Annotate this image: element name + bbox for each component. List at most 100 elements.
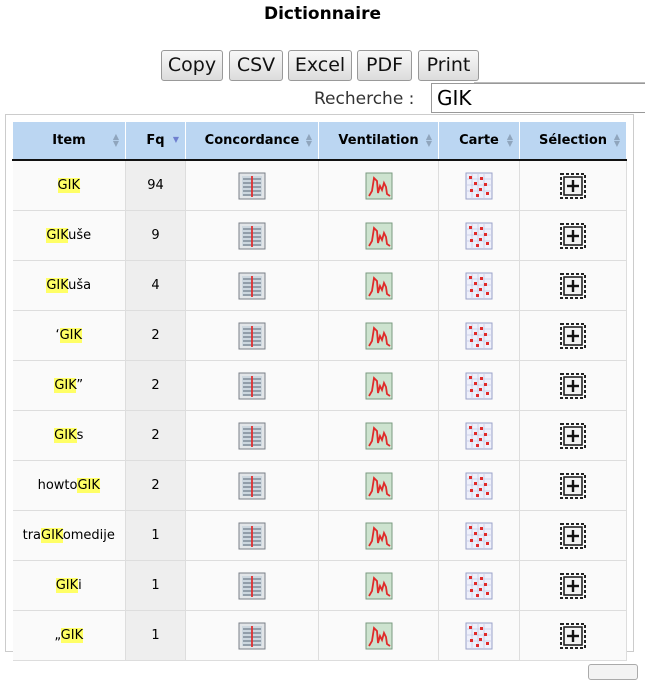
map-grid-icon[interactable] bbox=[465, 622, 493, 649]
table-row[interactable]: „GIK 1 bbox=[12, 610, 627, 661]
column-header-item[interactable]: Item ▲ ▼ bbox=[12, 121, 126, 161]
select-plus-icon[interactable] bbox=[559, 522, 587, 549]
select-plus-icon[interactable] bbox=[559, 572, 587, 599]
selection-cell bbox=[519, 260, 627, 311]
select-plus-icon[interactable] bbox=[559, 372, 587, 399]
map-grid-icon[interactable] bbox=[465, 422, 493, 449]
selection-cell bbox=[519, 510, 627, 561]
table-row[interactable]: GIK 94 bbox=[12, 160, 627, 211]
item-suffix: uše bbox=[68, 228, 92, 243]
fq-cell: 2 bbox=[125, 460, 186, 511]
ventilation-chart-icon[interactable] bbox=[365, 172, 393, 199]
concordance-list-icon[interactable] bbox=[238, 622, 266, 649]
table-row[interactable]: GIKuša 4 bbox=[12, 260, 627, 311]
item-cell[interactable]: GIK” bbox=[12, 360, 126, 411]
item-match-highlight: GIK bbox=[54, 378, 77, 393]
item-cell[interactable]: ‘GIK bbox=[12, 310, 126, 361]
sort-descending-icon: ▼ bbox=[172, 135, 179, 144]
item-cell[interactable]: traGIKomedije bbox=[12, 510, 126, 561]
search-input[interactable] bbox=[431, 83, 645, 113]
column-header-fq-label: Fq bbox=[146, 133, 165, 148]
carte-cell bbox=[438, 260, 520, 311]
sort-both-icon: ▲ ▼ bbox=[305, 132, 312, 148]
map-grid-icon[interactable] bbox=[465, 322, 493, 349]
excel-button[interactable]: Excel bbox=[288, 50, 352, 81]
fq-cell: 9 bbox=[125, 210, 186, 261]
table-row[interactable]: GIK” 2 bbox=[12, 360, 627, 411]
print-button[interactable]: Print bbox=[418, 50, 479, 81]
ventilation-chart-icon[interactable] bbox=[365, 422, 393, 449]
item-cell[interactable]: howtoGIK bbox=[12, 460, 126, 511]
map-grid-icon[interactable] bbox=[465, 222, 493, 249]
column-header-carte-label: Carte bbox=[459, 133, 499, 148]
item-match-highlight: GIK bbox=[57, 178, 80, 193]
map-grid-icon[interactable] bbox=[465, 572, 493, 599]
item-cell[interactable]: GIKi bbox=[12, 560, 126, 611]
select-plus-icon[interactable] bbox=[559, 172, 587, 199]
item-cell[interactable]: GIKuša bbox=[12, 260, 126, 311]
search-label: Recherche : bbox=[314, 89, 415, 109]
column-header-selection[interactable]: Sélection ▲ ▼ bbox=[519, 121, 627, 161]
column-header-item-label: Item bbox=[52, 133, 86, 148]
concordance-list-icon[interactable] bbox=[238, 272, 266, 299]
column-header-concordance-label: Concordance bbox=[204, 133, 300, 148]
carte-cell bbox=[438, 510, 520, 561]
sort-both-icon: ▲ ▼ bbox=[112, 132, 119, 148]
concordance-list-icon[interactable] bbox=[238, 372, 266, 399]
ventilation-chart-icon[interactable] bbox=[365, 372, 393, 399]
map-grid-icon[interactable] bbox=[465, 472, 493, 499]
column-header-ventilation[interactable]: Ventilation ▲ ▼ bbox=[318, 121, 439, 161]
concordance-list-icon[interactable] bbox=[238, 472, 266, 499]
ventilation-chart-icon[interactable] bbox=[365, 572, 393, 599]
select-plus-icon[interactable] bbox=[559, 222, 587, 249]
concordance-list-icon[interactable] bbox=[238, 422, 266, 449]
ventilation-chart-icon[interactable] bbox=[365, 472, 393, 499]
item-cell[interactable]: GIK bbox=[12, 160, 126, 211]
ventilation-cell bbox=[318, 410, 439, 461]
concordance-list-icon[interactable] bbox=[238, 522, 266, 549]
ventilation-chart-icon[interactable] bbox=[365, 272, 393, 299]
horizontal-scrollbar[interactable] bbox=[588, 664, 638, 680]
select-plus-icon[interactable] bbox=[559, 622, 587, 649]
concordance-list-icon[interactable] bbox=[238, 322, 266, 349]
table-row[interactable]: GIKuše 9 bbox=[12, 210, 627, 261]
item-suffix: i bbox=[78, 578, 82, 593]
copy-button[interactable]: Copy bbox=[161, 50, 223, 81]
column-header-carte[interactable]: Carte ▲ ▼ bbox=[438, 121, 520, 161]
item-cell[interactable]: „GIK bbox=[12, 610, 126, 661]
item-cell[interactable]: GIKs bbox=[12, 410, 126, 461]
fq-cell: 2 bbox=[125, 410, 186, 461]
column-header-fq[interactable]: Fq ▼ bbox=[125, 121, 186, 161]
pdf-button[interactable]: PDF bbox=[357, 50, 412, 81]
ventilation-chart-icon[interactable] bbox=[365, 222, 393, 249]
table-row[interactable]: howtoGIK 2 bbox=[12, 460, 627, 511]
table-row[interactable]: GIKi 1 bbox=[12, 560, 627, 611]
csv-button[interactable]: CSV bbox=[229, 50, 283, 81]
table-row[interactable]: ‘GIK 2 bbox=[12, 310, 627, 361]
concordance-cell bbox=[185, 510, 319, 561]
ventilation-chart-icon[interactable] bbox=[365, 622, 393, 649]
map-grid-icon[interactable] bbox=[465, 172, 493, 199]
map-grid-icon[interactable] bbox=[465, 372, 493, 399]
item-match-highlight: GIK bbox=[41, 528, 63, 543]
item-match-highlight: GIK bbox=[59, 328, 83, 343]
concordance-list-icon[interactable] bbox=[238, 222, 266, 249]
map-grid-icon[interactable] bbox=[465, 272, 493, 299]
select-plus-icon[interactable] bbox=[559, 422, 587, 449]
select-plus-icon[interactable] bbox=[559, 272, 587, 299]
concordance-cell bbox=[185, 610, 319, 661]
concordance-list-icon[interactable] bbox=[238, 172, 266, 199]
item-prefix: „ bbox=[54, 628, 61, 643]
item-cell[interactable]: GIKuše bbox=[12, 210, 126, 261]
table-row[interactable]: traGIKomedije 1 bbox=[12, 510, 627, 561]
ventilation-chart-icon[interactable] bbox=[365, 322, 393, 349]
concordance-list-icon[interactable] bbox=[238, 572, 266, 599]
map-grid-icon[interactable] bbox=[465, 522, 493, 549]
select-plus-icon[interactable] bbox=[559, 472, 587, 499]
select-plus-icon[interactable] bbox=[559, 322, 587, 349]
column-header-concordance[interactable]: Concordance ▲ ▼ bbox=[185, 121, 319, 161]
concordance-cell bbox=[185, 310, 319, 361]
table-row[interactable]: GIKs 2 bbox=[12, 410, 627, 461]
carte-cell bbox=[438, 460, 520, 511]
ventilation-chart-icon[interactable] bbox=[365, 522, 393, 549]
